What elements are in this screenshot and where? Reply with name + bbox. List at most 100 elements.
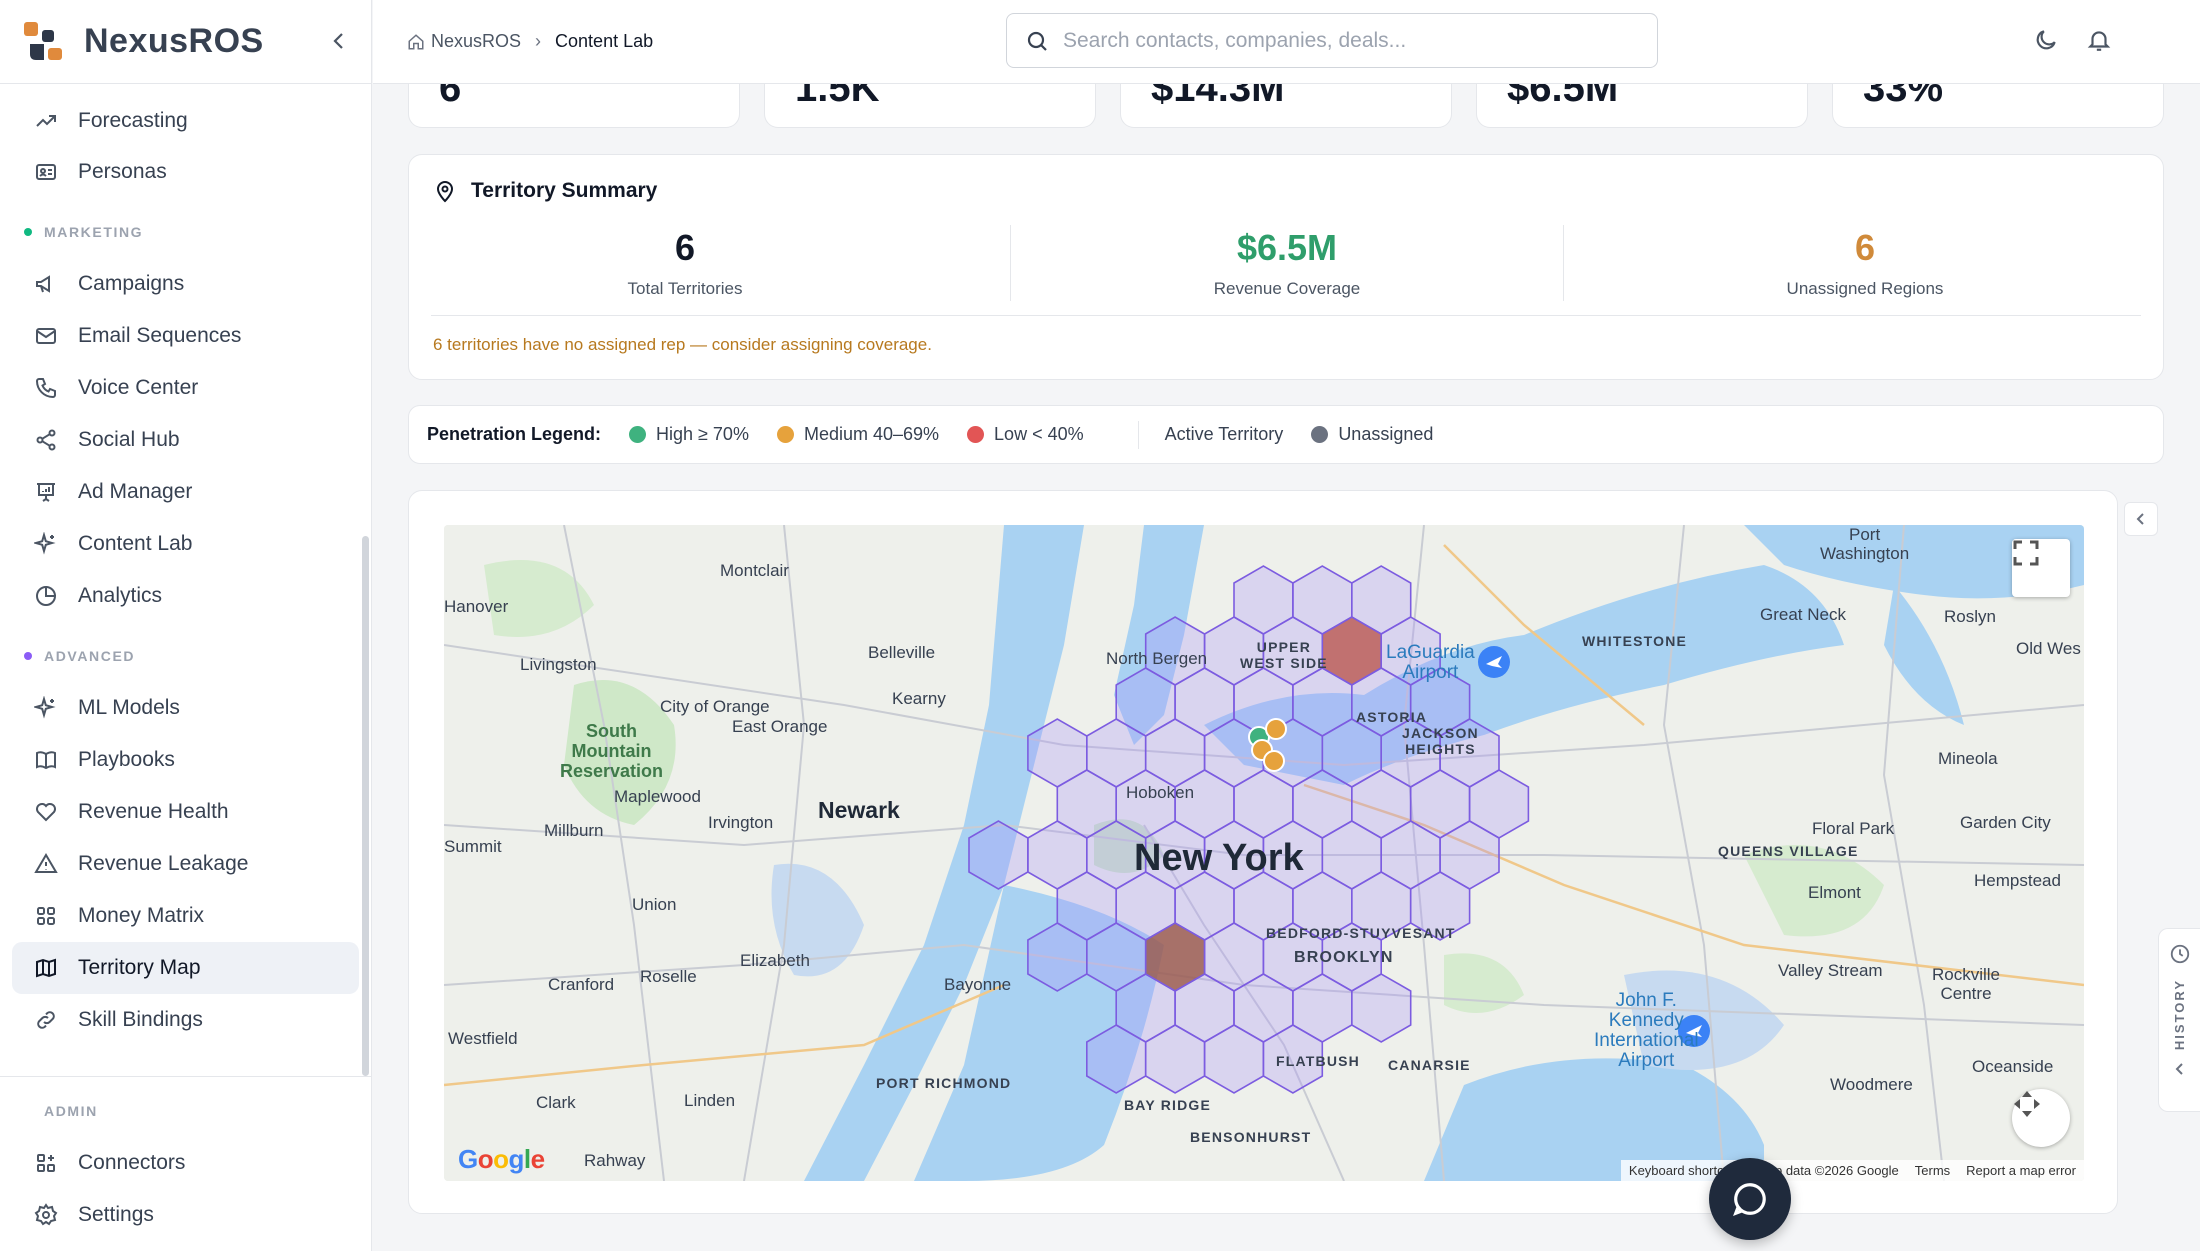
brand-name: NexusROS bbox=[84, 22, 264, 60]
sidebar-item-label: ML Models bbox=[78, 696, 180, 719]
map-label-roselle: Roselle bbox=[640, 967, 697, 986]
sidebar-item-personas[interactable]: Personas bbox=[0, 146, 371, 198]
report-error-link[interactable]: Report a map error bbox=[1966, 1163, 2076, 1178]
moon-icon[interactable] bbox=[2033, 27, 2063, 57]
map-label-montclair: Montclair bbox=[720, 561, 789, 580]
sidebar-item-ml-models[interactable]: ML Models bbox=[0, 682, 371, 734]
sidebar-item-skill-bindings[interactable]: Skill Bindings bbox=[0, 994, 371, 1046]
territory-map[interactable]: New York Newark Montclair Hanover Living… bbox=[444, 525, 2084, 1181]
sidebar-item-label: Ad Manager bbox=[78, 480, 193, 503]
sidebar-item-label: Social Hub bbox=[78, 428, 180, 451]
sidebar-item-label: Skill Bindings bbox=[78, 1008, 203, 1031]
stat-total-territories: 6 Total Territories bbox=[409, 227, 961, 299]
panel-collapse-button[interactable] bbox=[2124, 502, 2158, 536]
map-label-floral-park: Floral Park bbox=[1812, 819, 1895, 838]
grid-icon bbox=[32, 902, 60, 930]
phone-icon bbox=[32, 374, 60, 402]
map-label-millburn: Millburn bbox=[544, 821, 604, 840]
kpi-value: 33% bbox=[1863, 84, 1944, 110]
map-label-astoria: ASTORIA bbox=[1356, 709, 1428, 725]
alert-triangle-icon bbox=[32, 850, 60, 878]
legend-swatch bbox=[967, 426, 985, 443]
legend-swatch bbox=[776, 426, 794, 443]
stat-label: Unassigned Regions bbox=[1786, 279, 1944, 298]
divider bbox=[1563, 225, 1564, 301]
section-advanced: ADVANCED bbox=[0, 630, 371, 682]
sidebar-scrollbar[interactable] bbox=[362, 536, 369, 1076]
map-label-port-richmond: PORT RICHMOND bbox=[876, 1075, 1012, 1091]
sidebar-item-analytics[interactable]: Analytics bbox=[0, 570, 371, 622]
bell-icon[interactable] bbox=[2086, 27, 2116, 57]
sidebar-item-revenue-health[interactable]: Revenue Health bbox=[0, 786, 371, 838]
chat-launcher-button[interactable] bbox=[1709, 1158, 1791, 1240]
map-label-valley-stream: Valley Stream bbox=[1778, 961, 1883, 980]
sidebar-item-voice-center[interactable]: Voice Center bbox=[0, 362, 371, 414]
sidebar-item-label: Email Sequences bbox=[78, 324, 242, 347]
map-label-jackson-heights: JACKSON HEIGHTS bbox=[1402, 725, 1479, 757]
map-label-city-of-orange: City of Orange bbox=[660, 697, 770, 716]
legend-label: Active Territory bbox=[1164, 424, 1284, 444]
sidebar: NexusROS Forecasting Personas MARKETING … bbox=[0, 0, 372, 1251]
kpi-card: $6.5M bbox=[1476, 84, 1808, 128]
sidebar-item-content-lab[interactable]: Content Lab bbox=[0, 518, 371, 570]
chat-bubble-icon bbox=[1733, 1183, 1766, 1216]
sidebar-item-money-matrix[interactable]: Money Matrix bbox=[0, 890, 371, 942]
presentation-icon bbox=[32, 478, 60, 506]
sidebar-item-label: Revenue Health bbox=[78, 800, 229, 823]
map-label-north-bergen: North Bergen bbox=[1106, 649, 1208, 668]
summary-title: Territory Summary bbox=[433, 179, 657, 203]
divider bbox=[1137, 420, 1139, 449]
sidebar-item-connectors[interactable]: Connectors bbox=[0, 1137, 371, 1189]
sidebar-item-ad-manager[interactable]: Ad Manager bbox=[0, 466, 371, 518]
chevron-left-icon bbox=[333, 32, 343, 49]
legend-item-active: Active Territory bbox=[1165, 424, 1284, 445]
sidebar-collapse-button[interactable] bbox=[329, 26, 349, 58]
sidebar-item-social-hub[interactable]: Social Hub bbox=[0, 414, 371, 466]
book-icon bbox=[32, 746, 60, 774]
stat-unassigned-regions: 6 Unassigned Regions bbox=[1589, 227, 2141, 299]
kpi-value: 1.5K bbox=[795, 84, 880, 110]
sidebar-item-campaigns[interactable]: Campaigns bbox=[0, 258, 371, 310]
map-label-summit: Summit bbox=[444, 837, 502, 856]
sidebar-item-revenue-leakage[interactable]: Revenue Leakage bbox=[0, 838, 371, 890]
section-title: ADVANCED bbox=[44, 648, 136, 664]
sidebar-item-territory-map[interactable]: Territory Map bbox=[12, 942, 359, 994]
map-label-belleville: Belleville bbox=[868, 643, 936, 662]
terms-link[interactable]: Terms bbox=[1915, 1163, 1950, 1178]
heart-icon bbox=[32, 798, 60, 826]
map-label-whitestone: WHITESTONE bbox=[1582, 633, 1688, 649]
legend-label: Medium 40–69% bbox=[803, 424, 940, 444]
legend-item-high: High ≥ 70% bbox=[629, 424, 749, 445]
search-input[interactable] bbox=[1063, 28, 1623, 53]
territory-marker-medium[interactable] bbox=[1265, 718, 1287, 740]
map-label-linden: Linden bbox=[684, 1091, 736, 1110]
sidebar-item-label: Settings bbox=[78, 1203, 154, 1226]
kpi-value: $6.5M bbox=[1507, 84, 1619, 110]
legend-label: Unassigned bbox=[1338, 424, 1434, 444]
chevron-right-icon: › bbox=[535, 31, 542, 51]
sidebar-item-forecasting[interactable]: Forecasting bbox=[0, 96, 371, 146]
territory-marker-medium[interactable] bbox=[1263, 750, 1285, 772]
search-box[interactable] bbox=[1006, 13, 1658, 68]
section-dot bbox=[24, 228, 32, 236]
map-fullscreen-button[interactable] bbox=[2012, 539, 2070, 597]
history-tab[interactable]: HISTORY bbox=[2158, 928, 2200, 1112]
sidebar-item-playbooks[interactable]: Playbooks bbox=[0, 734, 371, 786]
map-label-great-neck: Great Neck bbox=[1760, 605, 1846, 624]
sidebar-item-email-sequences[interactable]: Email Sequences bbox=[0, 310, 371, 362]
breadcrumb-home[interactable]: NexusROS bbox=[431, 31, 521, 52]
map-icon bbox=[32, 954, 60, 982]
map-camera-control-button[interactable] bbox=[2012, 1089, 2070, 1147]
legend-swatch bbox=[629, 426, 647, 443]
legend-title: Penetration Legend: bbox=[427, 424, 602, 444]
map-label-upper-west-side: UPPER WEST SIDE bbox=[1240, 639, 1328, 671]
map-label-elizabeth: Elizabeth bbox=[740, 951, 810, 970]
map-label-jfk: John F. Kennedy International Airport bbox=[1594, 990, 1699, 1071]
sidebar-item-settings[interactable]: Settings bbox=[0, 1189, 371, 1241]
map-label-bensonhurst: BENSONHURST bbox=[1190, 1129, 1312, 1145]
sidebar-item-label: Money Matrix bbox=[78, 904, 205, 927]
map-label-garden-city: Garden City bbox=[1960, 813, 2051, 832]
kpi-card: 6 bbox=[408, 84, 740, 128]
sidebar-nav: Forecasting Personas MARKETING Campaigns… bbox=[0, 84, 371, 1074]
sidebar-item-label: Connectors bbox=[78, 1151, 186, 1174]
